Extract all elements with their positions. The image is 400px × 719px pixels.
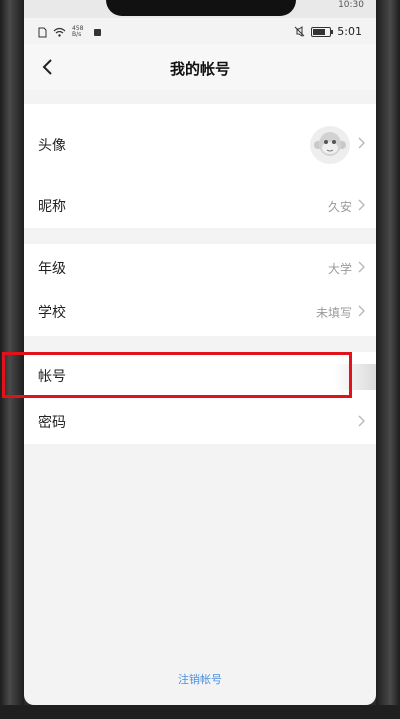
chevron-right-icon xyxy=(358,137,365,149)
profile-group: 头像 昵称 久安 xyxy=(24,104,376,228)
battery-icon xyxy=(311,26,334,37)
chevron-right-icon xyxy=(358,261,365,273)
chevron-right-icon xyxy=(358,415,365,427)
school-label: 学校 xyxy=(38,305,66,321)
net-speed-unit: B/s xyxy=(72,31,82,38)
monkey-avatar-icon xyxy=(314,132,346,156)
nickname-row[interactable]: 昵称 久安 xyxy=(24,182,376,228)
avatar[interactable] xyxy=(310,126,350,164)
wifi-icon xyxy=(53,27,66,37)
avatar-row[interactable]: 头像 xyxy=(24,104,376,182)
school-row[interactable]: 学校 未填写 xyxy=(24,290,376,336)
phone-frame-right xyxy=(376,0,400,719)
net-speed: 458 B/s xyxy=(72,26,88,38)
grade-value: 大学 xyxy=(327,262,352,276)
phone-frame-bottom xyxy=(0,705,400,719)
sim-icon xyxy=(38,27,47,37)
redacted-account-value xyxy=(334,364,376,390)
top-header: 我的帐号 xyxy=(24,44,376,90)
avatar-label: 头像 xyxy=(38,138,66,154)
password-label: 密码 xyxy=(38,415,66,431)
top-clock: 10:30 xyxy=(338,0,364,10)
nickname-value: 久安 xyxy=(327,200,352,214)
phone-screen: 10:30 458 B/s 5:01 我的帐号 头像 昵称 久安 年级 大学 学… xyxy=(24,0,376,705)
notification-icon xyxy=(94,28,101,36)
school-group: 年级 大学 学校 未填写 xyxy=(24,244,376,336)
status-bar: 458 B/s 5:01 xyxy=(24,22,376,44)
phone-frame-left xyxy=(0,0,24,719)
account-label: 帐号 xyxy=(38,369,66,385)
grade-label: 年级 xyxy=(38,261,66,277)
account-row[interactable]: 帐号 xyxy=(24,352,376,398)
chevron-right-icon xyxy=(358,199,365,211)
status-time: 5:01 xyxy=(337,25,362,38)
nickname-label: 昵称 xyxy=(38,199,66,215)
logout-account-link[interactable]: 注销帐号 xyxy=(24,671,376,687)
mute-icon xyxy=(294,26,305,37)
school-value: 未填写 xyxy=(315,306,352,320)
account-group: 帐号 密码 xyxy=(24,352,376,444)
notch xyxy=(106,0,296,16)
password-row[interactable]: 密码 xyxy=(24,398,376,444)
chevron-right-icon xyxy=(358,305,365,317)
page-title: 我的帐号 xyxy=(169,60,230,78)
grade-row[interactable]: 年级 大学 xyxy=(24,244,376,290)
